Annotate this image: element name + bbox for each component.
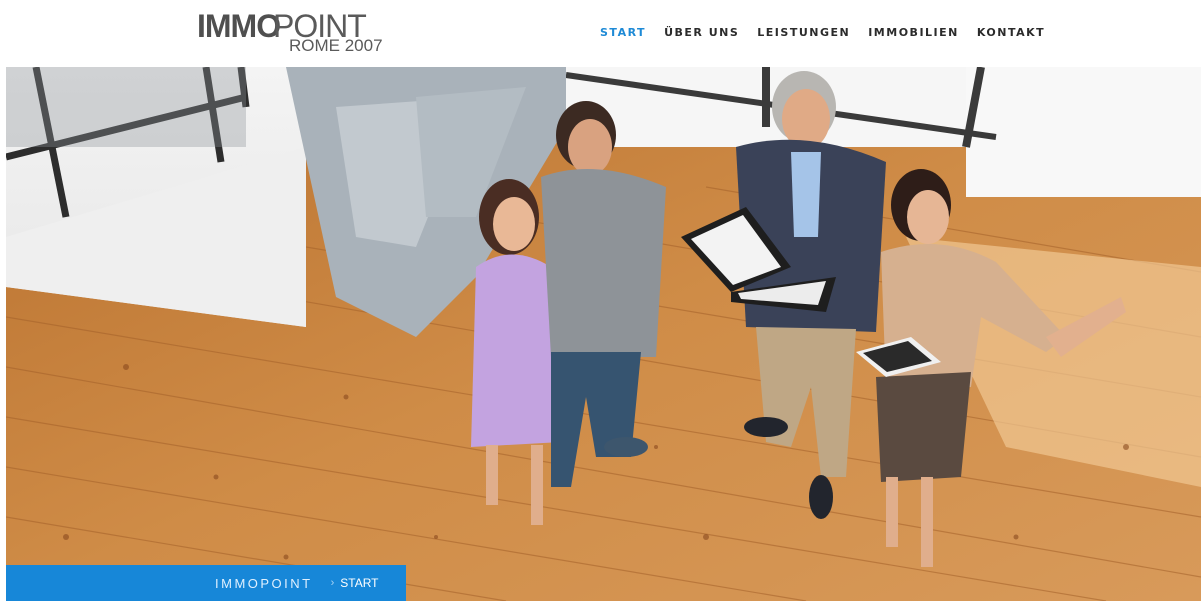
breadcrumb-home-link[interactable]: IMMOPOINT (215, 576, 313, 591)
logo-bold-text: IMMO (197, 8, 281, 44)
site-header: IMMO POINT ROME 2007 START ÜBER UNS LEIS… (0, 0, 1201, 67)
nav-item-ueber-uns[interactable]: ÜBER UNS (664, 26, 739, 39)
breadcrumb-separator-icon: › (330, 577, 335, 589)
hero-photo-illustration (6, 67, 1201, 601)
nav-item-kontakt[interactable]: KONTAKT (977, 26, 1045, 39)
logo-subtitle: ROME 2007 (289, 36, 383, 55)
main-navigation: START ÜBER UNS LEISTUNGEN IMMOBILIEN KON… (600, 26, 1063, 39)
nav-item-immobilien[interactable]: IMMOBILIEN (868, 26, 959, 39)
nav-item-leistungen[interactable]: LEISTUNGEN (757, 26, 850, 39)
breadcrumb: IMMOPOINT › START (6, 565, 406, 601)
breadcrumb-current: START (340, 576, 379, 590)
hero-image (6, 67, 1201, 601)
nav-item-start[interactable]: START (600, 26, 646, 39)
site-logo[interactable]: IMMO POINT ROME 2007 (197, 8, 387, 58)
